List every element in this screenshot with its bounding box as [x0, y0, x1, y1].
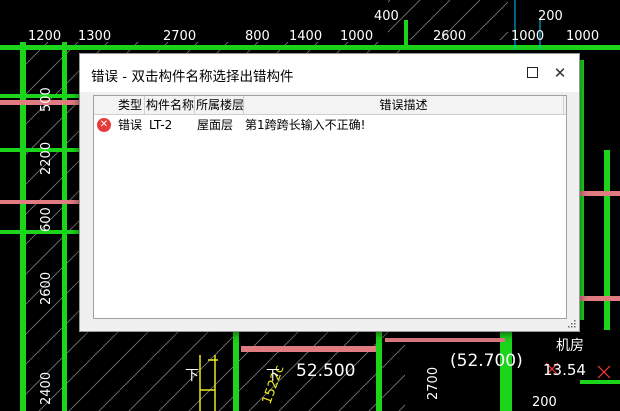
dim-text: 200 [538, 9, 563, 24]
dim-text: 2600 [433, 29, 466, 44]
dim-text: 1000 [511, 29, 544, 44]
cell-floor: 屋面层 [197, 118, 234, 132]
dialog-title: 错误 - 双击构件名称选择出错构件 [91, 69, 294, 85]
dim-text: 2700 [426, 367, 441, 400]
close-icon: ✕ [553, 64, 567, 82]
dim-text: 2200 [39, 142, 54, 175]
cell-component-name: LT-2 [149, 118, 173, 132]
table-row[interactable]: ✕ 错误 LT-2 屋面层 第1跨跨长输入不正确! [94, 115, 566, 135]
dim-text: 600 [39, 207, 54, 232]
cell-type: 错误 [118, 118, 143, 132]
error-dialog: 错误 - 双击构件名称选择出错构件 ✕ 类型 构件名称 所属楼层 错误描述 ✕ … [79, 53, 580, 332]
error-list[interactable]: 类型 构件名称 所属楼层 错误描述 ✕ 错误 LT-2 屋面层 第1跨跨长输入不… [93, 95, 567, 319]
down-label: 下 [266, 368, 280, 384]
dialog-titlebar[interactable]: 错误 - 双击构件名称选择出错构件 ✕ [80, 54, 579, 92]
elevation-text: (52.700) [450, 351, 523, 371]
dim-text: 1000 [566, 29, 599, 44]
dim-text: 1400 [289, 29, 322, 44]
column-header-name[interactable]: 构件名称 [145, 96, 195, 114]
dim-text: 500 [39, 87, 54, 112]
error-icon: ✕ [97, 118, 111, 132]
dim-text: 400 [374, 9, 399, 24]
dim-text: 1300 [78, 29, 111, 44]
dim-text: 2400 [39, 372, 54, 405]
resize-grip-icon[interactable] [568, 320, 576, 328]
dim-text: 2700 [163, 29, 196, 44]
dim-text: 1000 [340, 29, 373, 44]
column-header-floor[interactable]: 所属楼层 [195, 96, 244, 114]
elevation-text: 52.500 [296, 361, 355, 381]
maximize-button[interactable] [521, 62, 543, 84]
dim-text: 2600 [39, 272, 54, 305]
column-header-description[interactable]: 错误描述 [244, 96, 564, 114]
cell-description: 第1跨跨长输入不正确! [245, 118, 366, 132]
close-button[interactable]: ✕ [549, 62, 571, 84]
dim-text: 1200 [28, 29, 61, 44]
room-label: 机房 [556, 338, 584, 354]
dim-text: 200 [532, 395, 557, 410]
column-header-type[interactable]: 类型 [94, 96, 145, 114]
elevation-text: 13.54 [543, 361, 586, 379]
list-header: 类型 构件名称 所属楼层 错误描述 [94, 96, 566, 115]
down-label: 下 [185, 368, 199, 384]
dim-text: 800 [245, 29, 270, 44]
maximize-icon [526, 67, 538, 78]
